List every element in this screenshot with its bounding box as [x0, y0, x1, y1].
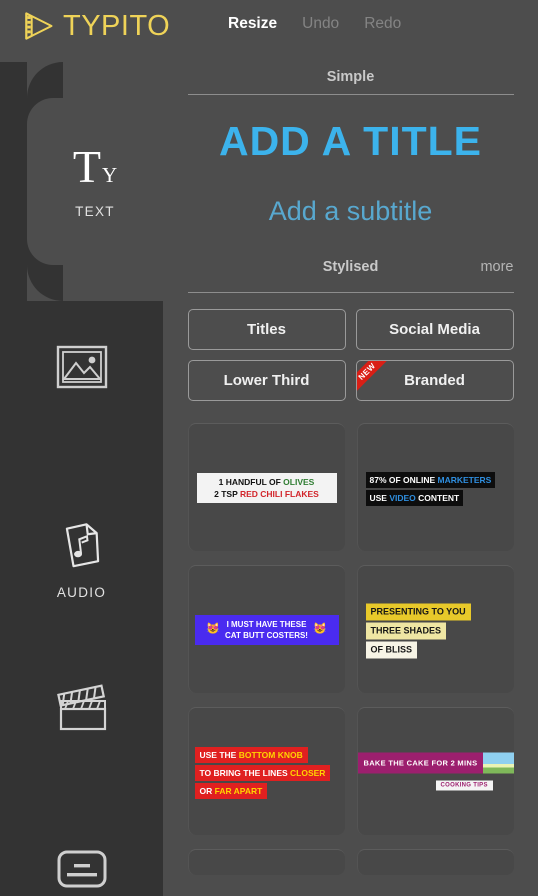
template-card-cat-coasters[interactable]: 😻 I MUST HAVE THESE CAT BUTT COSTERS! 😻: [187, 565, 345, 693]
sidebar-item-image[interactable]: [0, 345, 163, 389]
template-preview: 87% OF ONLINE MARKETERS USE VIDEO CONTEN…: [358, 470, 514, 506]
category-button-branded[interactable]: NEW Branded: [355, 360, 514, 401]
resize-button[interactable]: Resize: [228, 15, 277, 33]
image-icon: [56, 345, 108, 389]
preview-title-text[interactable]: ADD A TITLE: [163, 121, 538, 162]
tpl-span-accent: MARKETERS: [437, 474, 492, 485]
sidebar-item-video[interactable]: [0, 682, 163, 734]
app-logo[interactable]: TYPITO: [20, 8, 170, 44]
tpl-span: CONTENT: [415, 492, 460, 503]
tpl-span: OR: [199, 785, 215, 796]
template-preview: BAKE THE CAKE FOR 2 MINS COOKING TIPS: [357, 752, 514, 791]
category-label-branded: Branded: [404, 372, 465, 389]
left-sidebar: TY TEXT AUDIO: [0, 62, 163, 896]
template-text-block: THREE SHADES: [365, 622, 447, 639]
top-nav: Resize Undo Redo: [228, 15, 401, 33]
tpl-span-accent: OLIVES: [283, 476, 315, 487]
template-thumbnail-grid: 1 HANDFUL OF OLIVES 2 TSP RED CHILI FLAK…: [187, 423, 514, 875]
category-label-titles: Titles: [247, 321, 286, 338]
simple-tab-bar: Simple: [188, 62, 514, 85]
tpl-span-accent: CLOSER: [290, 767, 326, 778]
template-text-block: OR FAR APART: [194, 782, 268, 799]
tab-stylised[interactable]: Stylised: [323, 259, 379, 275]
tpl-span: 2 TSP: [214, 488, 240, 499]
category-label-social-media: Social Media: [389, 321, 480, 338]
template-preview: 1 HANDFUL OF OLIVES 2 TSP RED CHILI FLAK…: [189, 472, 345, 503]
tpl-span: TO BRING THE LINES: [199, 767, 291, 778]
tpl-span: 1 HANDFUL OF: [218, 476, 284, 487]
template-text-block: 😻 I MUST HAVE THESE CAT BUTT COSTERS! 😻: [194, 614, 339, 645]
sidebar-item-label-text: TEXT: [75, 204, 115, 219]
sidebar-item-label-audio: AUDIO: [56, 585, 107, 600]
template-card-marketers-stat[interactable]: 87% OF ONLINE MARKETERS USE VIDEO CONTEN…: [356, 423, 514, 551]
template-card-partial-left[interactable]: [187, 849, 345, 875]
template-text-block: 1 HANDFUL OF OLIVES 2 TSP RED CHILI FLAK…: [196, 472, 337, 503]
template-preview: PRESENTING TO YOU THREE SHADES OF BLISS: [358, 601, 514, 658]
template-card-bottom-knob-tip[interactable]: USE THE BOTTOM KNOB TO BRING THE LINES C…: [187, 707, 345, 835]
cat-heart-eyes-emoji-left: 😻: [206, 623, 221, 635]
new-badge-ribbon: NEW: [356, 361, 394, 399]
category-button-lower-third[interactable]: Lower Third: [187, 360, 346, 401]
app-name: TYPITO: [63, 9, 171, 42]
template-text-block: TO BRING THE LINES CLOSER: [194, 764, 331, 781]
audio-file-icon: [56, 519, 108, 571]
category-button-titles[interactable]: Titles: [187, 309, 346, 350]
clapperboard-icon: [54, 682, 110, 734]
tpl-span: USE THE: [199, 749, 239, 760]
template-card-olives-recipe[interactable]: 1 HANDFUL OF OLIVES 2 TSP RED CHILI FLAK…: [187, 423, 345, 551]
template-card-three-shades[interactable]: PRESENTING TO YOU THREE SHADES OF BLISS: [356, 565, 514, 693]
sidebar-item-subtitles[interactable]: [0, 848, 163, 892]
template-preview: 😻 I MUST HAVE THESE CAT BUTT COSTERS! 😻: [189, 614, 345, 645]
template-text-block: BAKE THE CAKE FOR 2 MINS: [357, 752, 484, 773]
text-ty-icon: TY: [72, 141, 118, 192]
tpl-span: 87% OF ONLINE: [369, 474, 438, 485]
template-text-block: PRESENTING TO YOU: [365, 603, 471, 620]
tpl-span-accent: BOTTOM KNOB: [238, 749, 303, 760]
tpl-text: I MUST HAVE THESE CAT BUTT COSTERS!: [225, 619, 308, 641]
subtitles-icon: [56, 848, 108, 892]
template-text-block: 87% OF ONLINE MARKETERS: [365, 471, 496, 488]
preview-subtitle-text[interactable]: Add a subtitle: [163, 198, 538, 225]
category-button-grid: Titles Social Media Lower Third NEW Bran…: [187, 309, 514, 401]
undo-button[interactable]: Undo: [302, 15, 339, 33]
tpl-span: I MUST HAVE THESE: [226, 619, 307, 629]
typito-editor-window: TYPITO Resize Undo Redo TY TEXT AUDIO Si…: [0, 0, 538, 896]
tpl-span-accent: VIDEO: [389, 492, 416, 503]
template-card-bake-cake[interactable]: BAKE THE CAKE FOR 2 MINS COOKING TIPS: [356, 707, 514, 835]
category-button-social-media[interactable]: Social Media: [355, 309, 514, 350]
template-sublabel: COOKING TIPS: [435, 780, 493, 790]
sidebar-notch-bottom: [27, 265, 163, 301]
template-text-block: USE THE BOTTOM KNOB: [194, 746, 308, 763]
tpl-span: CAT BUTT COSTERS!: [225, 630, 308, 640]
top-bar: TYPITO Resize Undo Redo: [0, 0, 538, 62]
tab-simple[interactable]: Simple: [327, 69, 375, 85]
template-thumbnail-image: [483, 752, 514, 773]
tpl-span: USE: [369, 492, 390, 503]
template-text-block: USE VIDEO CONTENT: [365, 489, 464, 506]
title-preview[interactable]: ADD A TITLE Add a subtitle: [163, 95, 538, 225]
sidebar-notch-top: [27, 62, 163, 98]
template-card-partial-right[interactable]: [356, 849, 514, 875]
redo-button[interactable]: Redo: [364, 15, 401, 33]
template-preview: USE THE BOTTOM KNOB TO BRING THE LINES C…: [189, 745, 345, 799]
stylised-tab-divider: [187, 292, 514, 293]
main-panel: Simple ADD A TITLE Add a subtitle Stylis…: [163, 62, 538, 896]
sidebar-item-text[interactable]: TY TEXT: [27, 98, 163, 265]
cat-heart-eyes-emoji-right: 😻: [312, 623, 327, 635]
template-text-block: OF BLISS: [365, 641, 418, 658]
stylised-tab-bar: Stylised more: [188, 259, 514, 283]
sidebar-item-audio[interactable]: AUDIO: [0, 519, 163, 600]
tpl-span-accent: FAR APART: [214, 785, 263, 796]
category-label-lower-third: Lower Third: [223, 372, 310, 389]
film-play-logo-icon: [25, 12, 53, 40]
more-link[interactable]: more: [480, 259, 513, 275]
tpl-span-accent: RED CHILI FLAKES: [239, 488, 319, 499]
